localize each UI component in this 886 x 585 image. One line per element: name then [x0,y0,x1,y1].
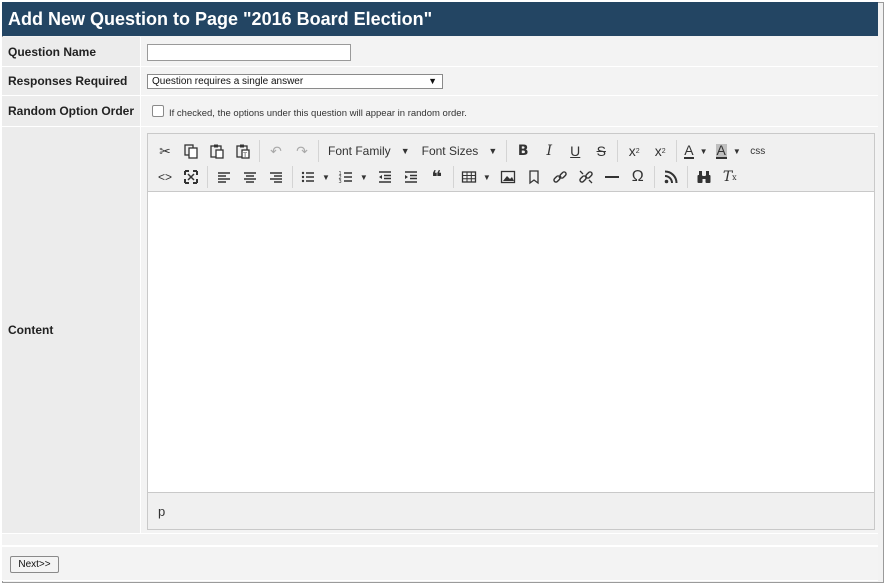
editor-toolbar: ✂ T ↶ ↷ Font Family ▼ Font Sizes ▼ B I U… [148,134,874,192]
underline-button[interactable]: U [562,139,588,163]
table-icon[interactable]: ▼ [457,165,495,189]
row-content: Content ✂ T ↶ ↷ Font Family ▼ Font Sizes… [2,127,878,534]
caret-down-icon: ▼ [488,146,498,156]
element-path[interactable]: p [158,504,165,519]
css-button[interactable]: css [745,139,771,163]
responses-required-value: Question requires a single answer [152,76,304,87]
responses-required-label: Responses Required [2,67,141,95]
bookmark-icon[interactable] [521,165,547,189]
font-sizes-dropdown[interactable]: Font Sizes ▼ [416,139,504,163]
random-option-order-hint: If checked, the options under this quest… [169,108,467,119]
toolbar-row-2: <> ▼ 1 2 3 ▼ ❝ ▼ Ω T x [152,164,743,190]
random-option-order-label: Random Option Order [2,96,141,126]
special-character-icon[interactable]: Ω [625,165,651,189]
toolbar-row-1: ✂ T ↶ ↷ Font Family ▼ Font Sizes ▼ B I U… [152,138,771,164]
text-color-icon[interactable]: A ▼ [680,139,711,163]
svg-text:T: T [242,152,247,159]
source-code-icon[interactable]: <> [152,165,178,189]
editor-content-area[interactable] [148,193,874,493]
responses-required-select[interactable]: Question requires a single answer ▼ [147,74,443,89]
clear-formatting-icon[interactable]: Tx [717,165,743,189]
bold-button[interactable]: B [510,139,536,163]
strikethrough-button[interactable]: S [588,139,614,163]
background-color-icon[interactable]: A ▼ [712,139,745,163]
bullet-list-icon[interactable]: ▼ [296,165,334,189]
question-name-label: Question Name [2,37,141,66]
cut-icon[interactable]: ✂ [152,139,178,163]
font-sizes-label: Font Sizes [421,144,479,158]
horizontal-rule-icon[interactable] [599,165,625,189]
outdent-icon[interactable] [372,165,398,189]
fullscreen-icon[interactable] [178,165,204,189]
unlink-icon[interactable] [573,165,599,189]
dropdown-arrow-icon: ▼ [428,76,437,86]
row-spacer [2,534,878,546]
image-icon[interactable] [495,165,521,189]
link-icon[interactable] [547,165,573,189]
blockquote-icon[interactable]: ❝ [424,165,450,189]
find-replace-icon[interactable] [691,165,717,189]
random-option-order-checkbox[interactable] [152,105,164,117]
align-center-icon[interactable] [237,165,263,189]
editor-status-bar: p [148,492,874,529]
italic-button[interactable]: I [536,139,562,163]
align-left-icon[interactable] [211,165,237,189]
svg-text:3: 3 [338,179,341,185]
copy-icon[interactable] [178,139,204,163]
indent-icon[interactable] [398,165,424,189]
paste-text-icon[interactable]: T [230,139,256,163]
superscript-icon[interactable]: x2 [647,139,673,163]
subscript-icon[interactable]: x2 [621,139,647,163]
next-button[interactable]: Next>> [10,556,59,573]
footer-bar: Next>> [2,546,878,581]
redo-icon[interactable]: ↷ [289,139,315,163]
question-name-input[interactable] [147,44,351,61]
caret-down-icon: ▼ [400,146,410,156]
content-label: Content [2,127,141,533]
row-responses-required: Responses Required Question requires a s… [2,67,878,96]
rich-text-editor: ✂ T ↶ ↷ Font Family ▼ Font Sizes ▼ B I U… [147,133,875,530]
row-random-option-order: Random Option Order If checked, the opti… [2,96,878,127]
numbered-list-icon[interactable]: 123 ▼ [334,165,372,189]
page-title: Add New Question to Page "2016 Board Ele… [2,2,878,36]
row-question-name: Question Name [2,37,878,67]
align-right-icon[interactable] [263,165,289,189]
font-family-label: Font Family [328,144,391,158]
undo-icon[interactable]: ↶ [263,139,289,163]
rss-feed-icon[interactable] [658,165,684,189]
font-family-dropdown[interactable]: Font Family ▼ [322,139,416,163]
paste-icon[interactable] [204,139,230,163]
